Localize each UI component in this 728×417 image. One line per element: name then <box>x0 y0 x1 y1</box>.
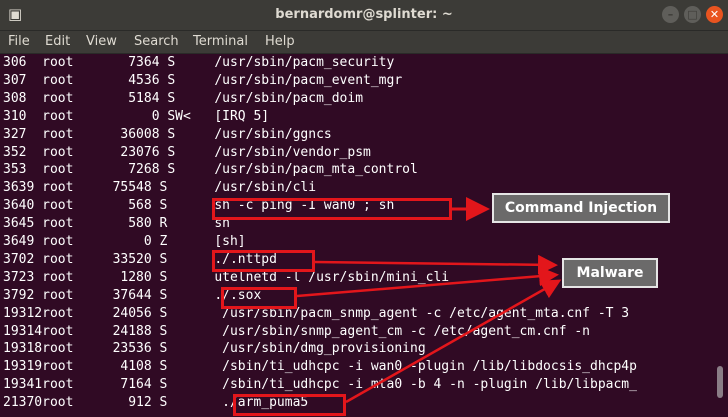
arrow-nttpd <box>314 254 558 275</box>
arrow-sox <box>296 266 559 298</box>
arrow-arm-puma5 <box>345 279 562 404</box>
callout-command-injection: Command Injection <box>492 193 670 223</box>
callout-malware: Malware <box>562 258 658 288</box>
terminal-window: ▣ bernardomr@splinter: ~ – □ ✕ File Edit… <box>0 0 728 417</box>
